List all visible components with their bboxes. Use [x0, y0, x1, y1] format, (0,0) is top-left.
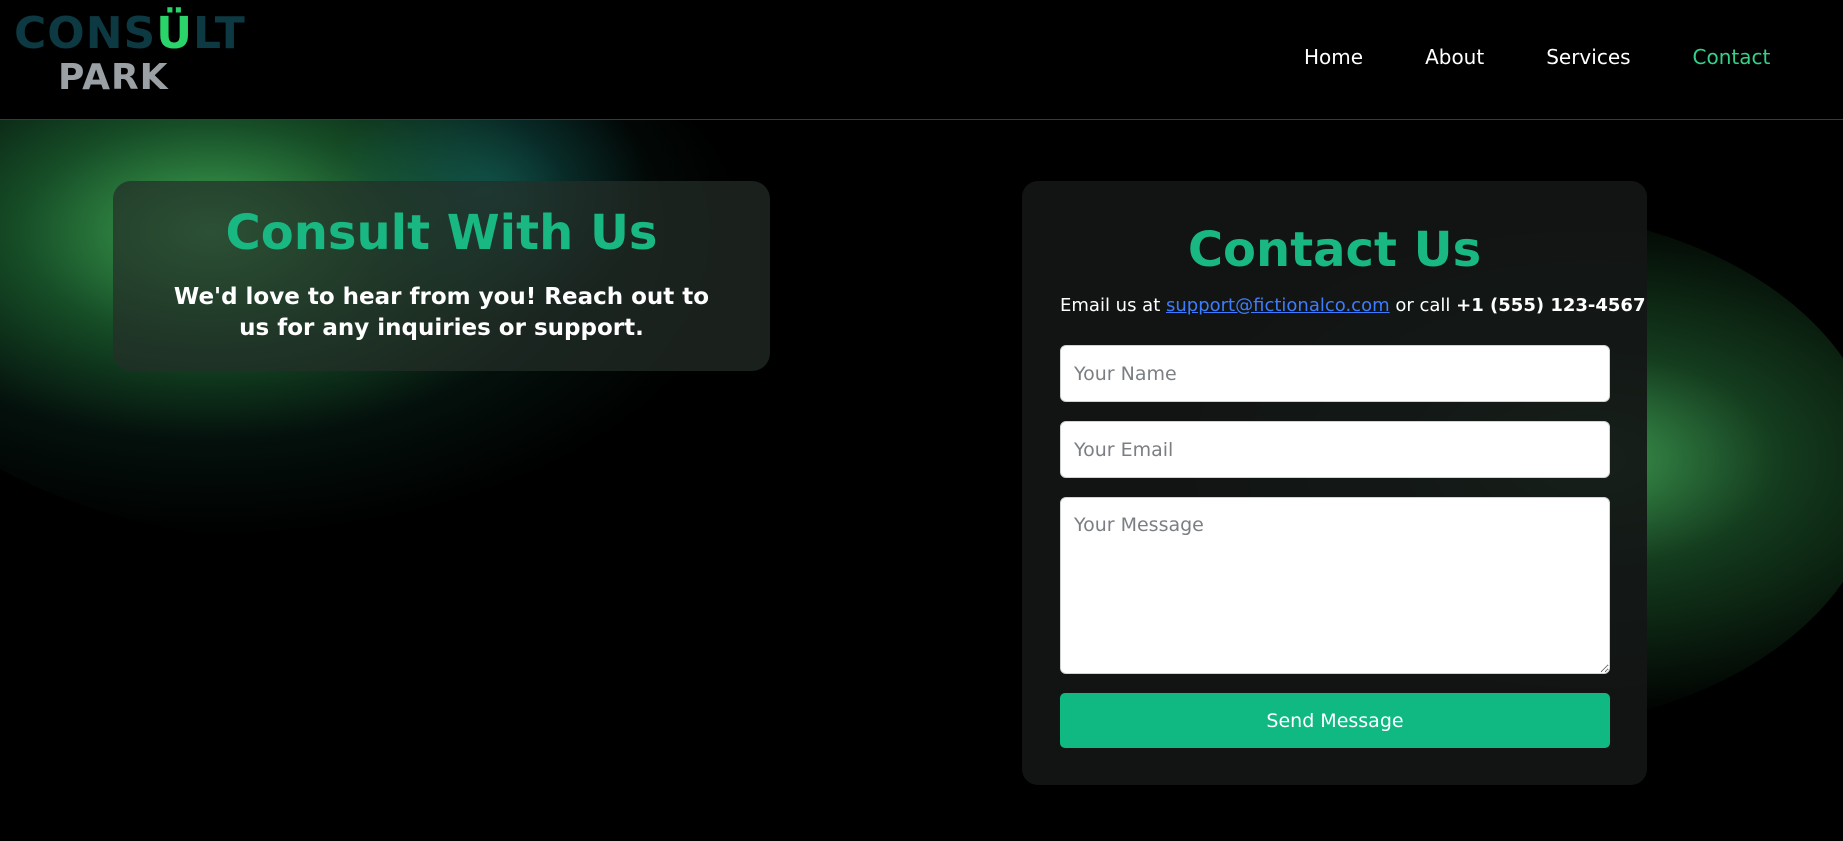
- consult-description: We'd love to hear from you! Reach out to…: [173, 284, 710, 341]
- contact-line-prefix: Email us at: [1060, 295, 1161, 316]
- nav-link-home[interactable]: Home: [1304, 44, 1363, 70]
- message-textarea[interactable]: [1060, 497, 1610, 674]
- contact-form-card: Contact Us Email us at support@fictional…: [1022, 181, 1647, 785]
- nav-link-contact[interactable]: Contact: [1693, 44, 1771, 70]
- nav-link-services[interactable]: Services: [1546, 44, 1630, 70]
- contact-phone: +1 (555) 123-4567: [1456, 295, 1646, 316]
- consult-park-logo[interactable]: CONSÜLT PARK: [14, 12, 245, 102]
- consult-title: Consult With Us: [225, 205, 658, 261]
- email-input[interactable]: [1060, 421, 1610, 478]
- contact-title: Contact Us: [1187, 222, 1482, 278]
- contact-line-middle: or call: [1395, 295, 1451, 316]
- send-message-button[interactable]: Send Message: [1060, 693, 1610, 748]
- name-input[interactable]: [1060, 345, 1610, 402]
- consult-card: Consult With Us We'd love to hear from y…: [113, 181, 770, 371]
- support-email-link[interactable]: support@fictionalco.com: [1166, 295, 1390, 316]
- contact-info-line: Email us at support@fictionalco.com or c…: [1060, 294, 1645, 318]
- logo-top-accent: Ü: [156, 8, 193, 59]
- logo-wordmark-top: CONSÜLT: [14, 12, 246, 56]
- site-header: CONSÜLT PARK Home About Services Contact: [0, 0, 1843, 120]
- main-nav: Home About Services Contact: [1304, 44, 1770, 70]
- logo-top-before: CONS: [14, 8, 157, 59]
- logo-top-after: LT: [192, 8, 246, 59]
- contact-page: CONSÜLT PARK Home About Services Contact…: [0, 0, 1843, 841]
- nav-link-about[interactable]: About: [1425, 44, 1484, 70]
- logo-wordmark-bottom: PARK: [58, 57, 169, 98]
